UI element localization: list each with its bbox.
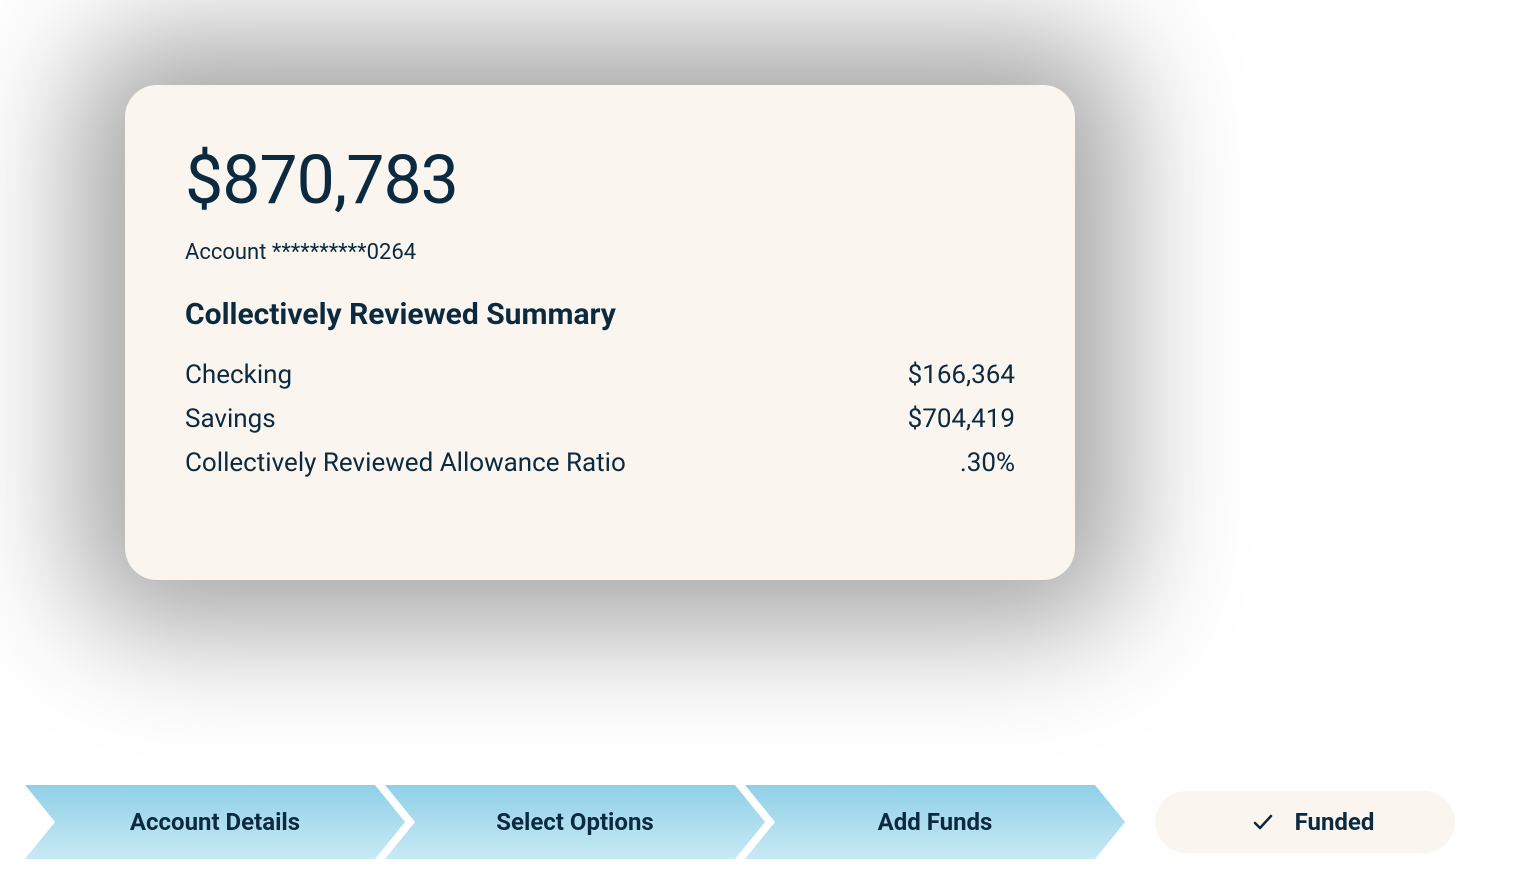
check-icon [1251, 810, 1275, 834]
summary-label: Collectively Reviewed Allowance Ratio [185, 448, 626, 478]
account-number: Account **********0264 [185, 240, 1015, 265]
summary-row-checking: Checking $166,364 [185, 360, 1015, 390]
step-select-options[interactable]: Select Options [385, 785, 765, 859]
summary-value: $704,419 [908, 404, 1015, 434]
summary-label: Savings [185, 404, 276, 434]
summary-value: .30% [960, 448, 1015, 478]
balance-amount: $870,783 [185, 140, 1015, 220]
step-label: Account Details [130, 808, 300, 836]
step-add-funds[interactable]: Add Funds [745, 785, 1125, 859]
summary-row-savings: Savings $704,419 [185, 404, 1015, 434]
account-summary-card: $870,783 Account **********0264 Collecti… [125, 85, 1075, 580]
step-funded[interactable]: Funded [1155, 791, 1455, 853]
summary-title: Collectively Reviewed Summary [185, 297, 1015, 332]
step-label: Add Funds [878, 808, 993, 836]
summary-row-allowance-ratio: Collectively Reviewed Allowance Ratio .3… [185, 448, 1015, 478]
step-label: Select Options [496, 808, 654, 836]
summary-label: Checking [185, 360, 292, 390]
summary-value: $166,364 [908, 360, 1015, 390]
step-label: Funded [1295, 808, 1375, 836]
progress-stepper: Account Details Select Options Add Funds… [25, 785, 1455, 859]
step-account-details[interactable]: Account Details [25, 785, 405, 859]
